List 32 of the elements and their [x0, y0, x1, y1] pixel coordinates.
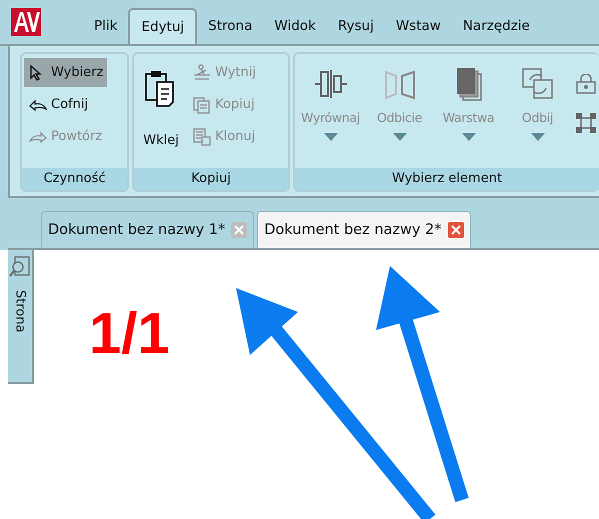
- rotate-icon: [520, 66, 556, 102]
- paste-button[interactable]: Wklej: [136, 58, 186, 164]
- caret-icon: [324, 133, 338, 141]
- document-title: Dokument bez nazwy 1*: [48, 222, 226, 238]
- document-title: Dokument bez nazwy 2*: [264, 222, 442, 238]
- menu-tab[interactable]: Rysuj: [326, 8, 385, 44]
- copy-icon: [192, 96, 212, 114]
- menu-tab[interactable]: Strona: [197, 8, 264, 44]
- menu-tab[interactable]: Edytuj: [128, 8, 198, 44]
- group-icon[interactable]: [575, 112, 597, 134]
- document-tab[interactable]: Dokument bez nazwy 1*: [41, 211, 254, 248]
- group-label: Kopiuj: [134, 168, 288, 190]
- menu-tab[interactable]: Widok: [263, 8, 327, 44]
- caret-icon: [462, 133, 476, 141]
- ribbon-button[interactable]: Wybierz: [24, 58, 108, 87]
- caret-icon: [392, 133, 406, 141]
- ribbon-button[interactable]: Cofnij: [24, 90, 108, 119]
- side-panel-label: Strona: [12, 290, 28, 333]
- group-label: Czynność: [22, 168, 128, 190]
- lock-icon[interactable]: [575, 74, 597, 94]
- scissors-icon: [192, 64, 212, 82]
- page-counter: 1/1: [89, 300, 170, 367]
- side-panel-tab[interactable]: Strona: [8, 250, 34, 384]
- menu-tab[interactable]: Plik: [83, 8, 128, 44]
- app-logo-icon: [11, 8, 41, 36]
- clone-icon: [192, 128, 212, 146]
- caret-icon: [530, 133, 544, 141]
- menu-tab[interactable]: Narzędzie: [452, 8, 541, 44]
- close-icon[interactable]: [448, 222, 464, 238]
- document-tab[interactable]: Dokument bez nazwy 2*: [257, 211, 471, 248]
- group-label: Wybierz element: [295, 168, 599, 190]
- menu-tab[interactable]: Wstaw: [384, 8, 452, 44]
